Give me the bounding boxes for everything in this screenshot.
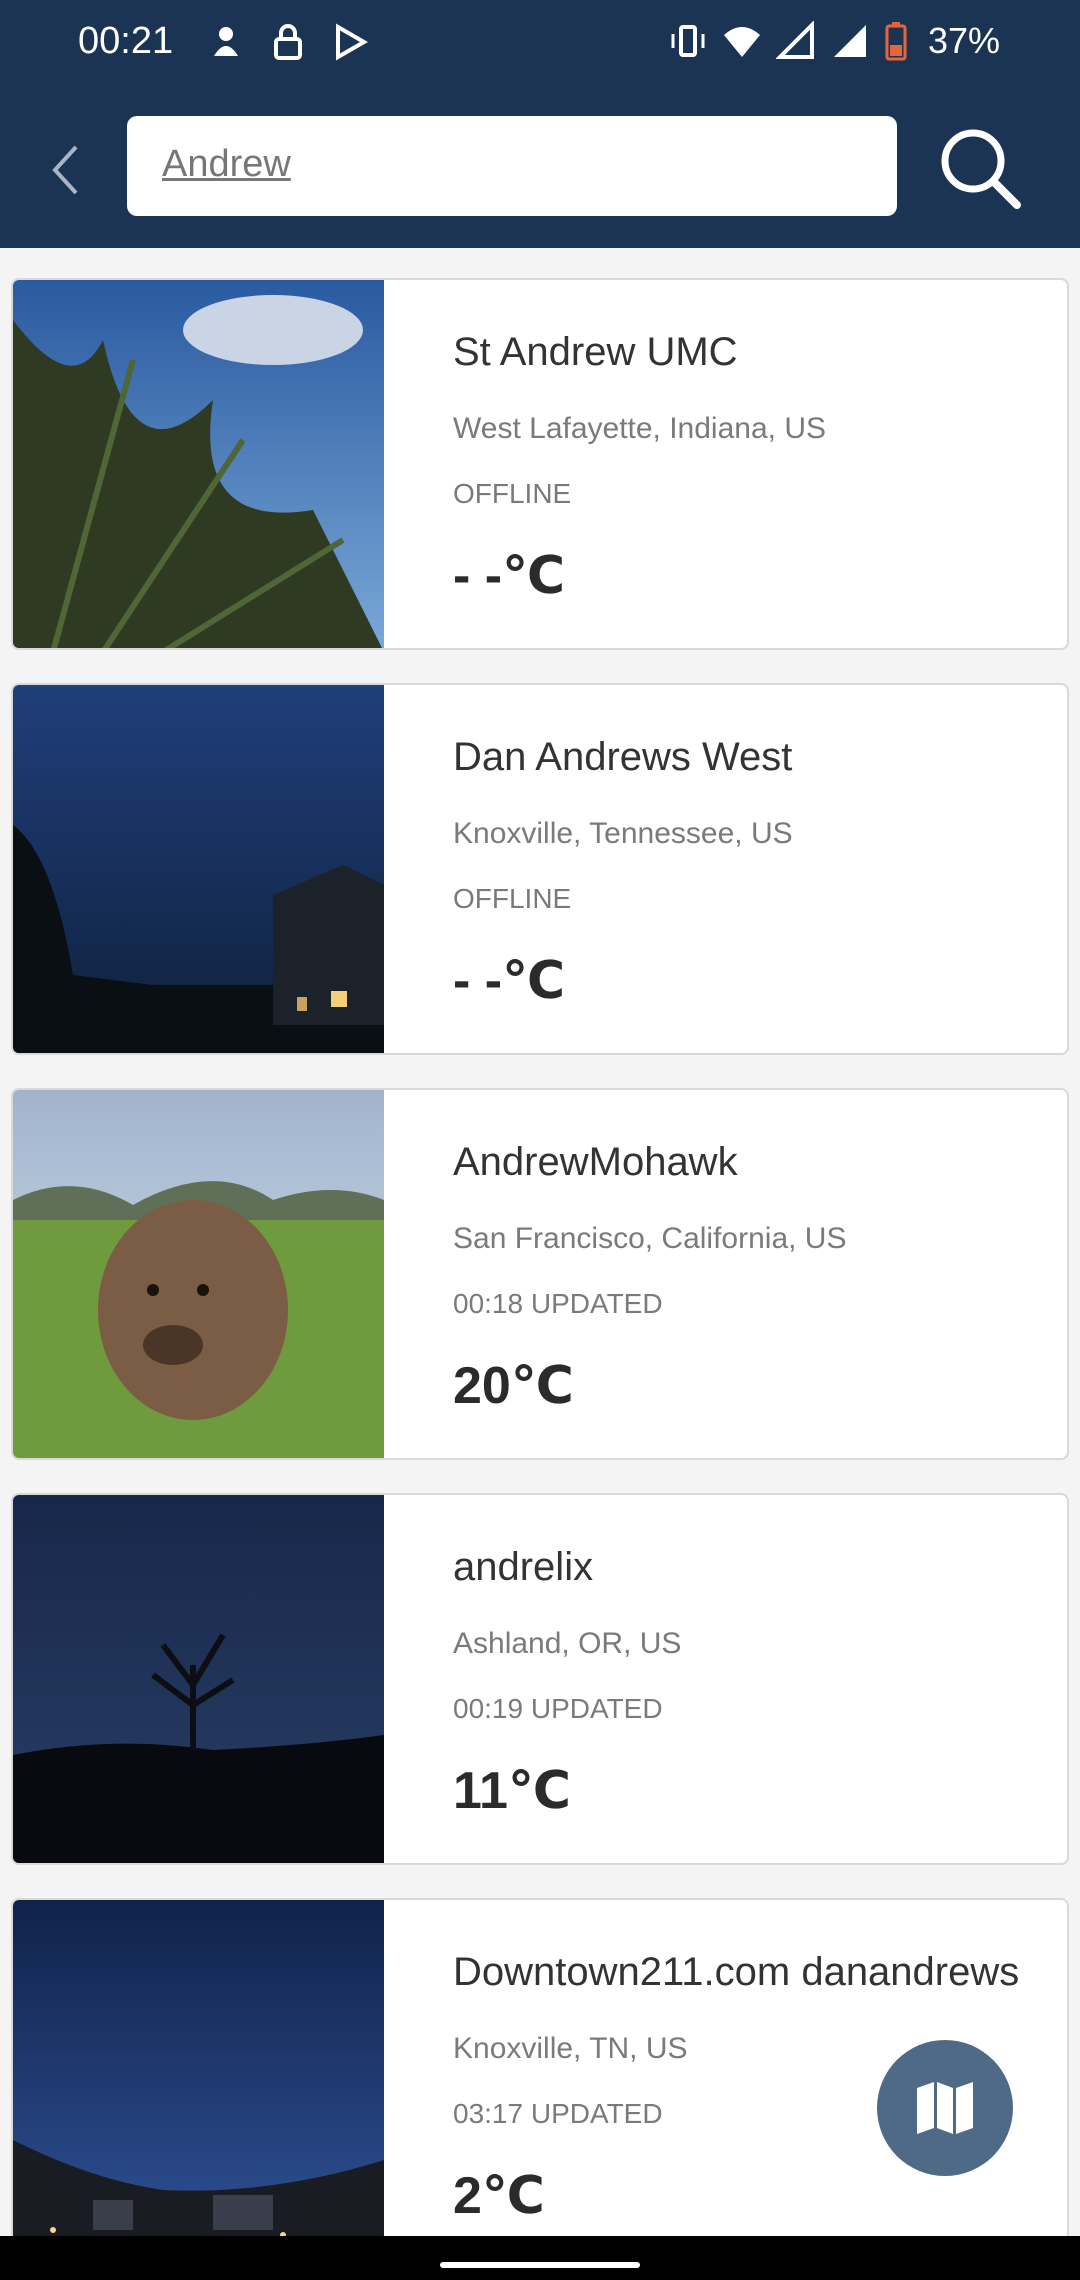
- search-input[interactable]: Andrew: [127, 116, 897, 216]
- status-bar: 00:21 37%: [0, 0, 1080, 88]
- search-query-text: Andrew: [162, 143, 291, 185]
- result-status: 03:17 UPDATED: [453, 2098, 663, 2129]
- chevron-left-icon: [52, 145, 78, 195]
- signal-icon: [833, 25, 866, 57]
- notification-icon: [214, 27, 238, 56]
- result-name: St Andrew UMC: [453, 330, 738, 374]
- camera-thumbnail: [13, 1900, 384, 2268]
- result-card[interactable]: St Andrew UMC West Lafayette, Indiana, U…: [11, 278, 1069, 650]
- wifi-icon: [723, 27, 760, 57]
- map-icon: [917, 2082, 973, 2134]
- signal-icon: [775, 21, 814, 59]
- status-time: 00:21: [78, 20, 174, 62]
- camera-thumbnail: [13, 1090, 384, 1458]
- result-temperature: - -℃: [453, 952, 566, 1010]
- result-location: San Francisco, California, US: [453, 1222, 847, 1255]
- map-view-button[interactable]: [877, 2040, 1013, 2176]
- home-gesture-handle[interactable]: [440, 2262, 640, 2268]
- search-button[interactable]: [930, 118, 1030, 218]
- result-location: Knoxville, Tennessee, US: [453, 817, 793, 850]
- battery-percent: 37%: [927, 20, 1000, 61]
- vibrate-icon: [671, 25, 705, 57]
- status-right-icons: 37%: [668, 20, 1000, 62]
- result-temperature: 11℃: [453, 1762, 571, 1820]
- result-temperature: 20℃: [453, 1357, 574, 1415]
- result-card[interactable]: Dan Andrews West Knoxville, Tennessee, U…: [11, 683, 1069, 1055]
- result-name: Downtown211.com danandrews: [453, 1950, 1020, 1994]
- result-location: Ashland, OR, US: [453, 1627, 682, 1660]
- lock-icon: [274, 24, 302, 60]
- result-name: Dan Andrews West: [453, 735, 793, 779]
- battery-icon: [885, 22, 907, 61]
- result-name: AndrewMohawk: [453, 1140, 738, 1184]
- result-card[interactable]: andrelix Ashland, OR, US 00:19 UPDATED 1…: [11, 1493, 1069, 1865]
- result-location: West Lafayette, Indiana, US: [453, 412, 826, 445]
- camera-thumbnail: [13, 685, 384, 1053]
- result-status: 00:18 UPDATED: [453, 1288, 663, 1319]
- status-left-icons: [206, 22, 370, 62]
- back-button[interactable]: [40, 130, 90, 210]
- search-icon: [941, 129, 1021, 209]
- result-temperature: - -℃: [453, 547, 566, 605]
- result-status: 00:19 UPDATED: [453, 1693, 663, 1724]
- camera-thumbnail: [13, 1495, 384, 1863]
- result-location: Knoxville, TN, US: [453, 2032, 688, 2065]
- result-temperature: 2℃: [453, 2167, 545, 2225]
- result-status: OFFLINE: [453, 478, 572, 509]
- search-app-bar: Andrew: [0, 88, 1080, 248]
- camera-thumbnail: [13, 280, 384, 648]
- result-card[interactable]: AndrewMohawk San Francisco, California, …: [11, 1088, 1069, 1460]
- result-name: andrelix: [453, 1545, 594, 1589]
- result-status: OFFLINE: [453, 883, 572, 914]
- navigation-bar: [0, 2236, 1080, 2280]
- play-store-icon: [336, 23, 369, 61]
